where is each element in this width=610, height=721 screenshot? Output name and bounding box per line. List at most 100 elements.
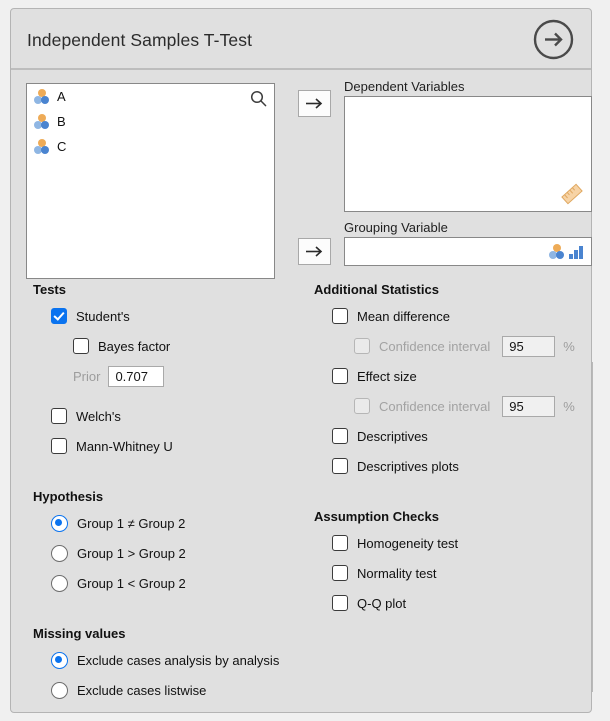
descriptives-plots-label: Descriptives plots: [357, 458, 459, 474]
hypothesis-radio-less[interactable]: [51, 574, 68, 592]
left-options-column: Tests Student's Bayes factor Prior Welch…: [33, 282, 303, 710]
qq-plot-checkbox[interactable]: [332, 595, 348, 611]
homogeneity-test-label: Homogeneity test: [357, 535, 459, 551]
dependent-variables-box[interactable]: [344, 96, 592, 212]
bayes-factor-label: Bayes factor: [98, 338, 171, 354]
scale-ruler-icon: [559, 181, 585, 207]
grouping-variable-box[interactable]: [344, 237, 592, 266]
hypothesis-label-greater: Group 1 > Group 2: [77, 545, 186, 561]
descriptives-plots-row[interactable]: Descriptives plots: [314, 456, 589, 476]
assign-to-grouping-button[interactable]: [298, 238, 331, 265]
search-icon[interactable]: [250, 90, 267, 107]
hypothesis-section-title: Hypothesis: [33, 489, 104, 504]
mean-difference-ci-input[interactable]: [502, 335, 556, 357]
ordinal-icon: [569, 245, 584, 259]
bayes-factor-row[interactable]: Bayes factor: [33, 336, 303, 356]
hypothesis-option-two-sided[interactable]: Group 1 ≠ Group 2: [33, 513, 303, 533]
hypothesis-label-less: Group 1 < Group 2: [77, 575, 186, 591]
mean-difference-ci-checkbox[interactable]: [354, 338, 370, 354]
page-title: Independent Samples T-Test: [27, 30, 253, 50]
welchs-row[interactable]: Welch's: [33, 406, 303, 426]
right-options-column: Additional Statistics Mean difference Co…: [314, 282, 589, 623]
additional-statistics-section-title: Additional Statistics: [314, 282, 439, 297]
variable-name: A: [57, 89, 66, 104]
missing-radio-listwise[interactable]: [51, 681, 68, 699]
effect-size-ci-row[interactable]: Confidence interval %: [314, 395, 589, 417]
nominal-icon: [33, 114, 50, 129]
students-checkbox[interactable]: [51, 308, 67, 324]
arrow-right-icon: [305, 97, 324, 110]
prior-row[interactable]: Prior: [33, 365, 303, 387]
grouping-variable-label: Grouping Variable: [344, 220, 448, 235]
nominal-icon: [548, 244, 565, 259]
tests-section-title: Tests: [33, 282, 66, 297]
nominal-icon: [33, 139, 50, 154]
qq-plot-row[interactable]: Q-Q plot: [314, 593, 589, 613]
list-item[interactable]: B: [27, 109, 274, 134]
variable-name: B: [57, 114, 66, 129]
effect-size-checkbox[interactable]: [332, 368, 348, 384]
hypothesis-radio-two-sided[interactable]: [51, 514, 68, 532]
effect-size-ci-checkbox[interactable]: [354, 398, 370, 414]
hypothesis-radio-greater[interactable]: [51, 544, 68, 562]
analysis-options-panel: Independent Samples T-Test A B C Depende…: [10, 8, 593, 713]
nominal-icon: [33, 89, 50, 104]
mean-difference-ci-unit: %: [563, 338, 575, 354]
missing-radio-analysis-by-analysis[interactable]: [51, 651, 68, 669]
missing-option-listwise[interactable]: Exclude cases listwise: [33, 680, 303, 700]
normality-test-row[interactable]: Normality test: [314, 563, 589, 583]
panel-header: Independent Samples T-Test: [11, 9, 591, 70]
assign-to-dependent-button[interactable]: [298, 90, 331, 117]
column-divider: [592, 362, 593, 692]
mean-difference-checkbox[interactable]: [332, 308, 348, 324]
assumption-checks-section-title: Assumption Checks: [314, 509, 439, 524]
effect-size-ci-unit: %: [563, 398, 575, 414]
options-area: Tests Student's Bayes factor Prior Welch…: [11, 282, 593, 712]
mean-difference-row[interactable]: Mean difference: [314, 306, 589, 326]
students-row[interactable]: Student's: [33, 306, 303, 326]
welchs-label: Welch's: [76, 408, 121, 424]
variable-name: C: [57, 139, 67, 154]
missing-label-listwise: Exclude cases listwise: [77, 682, 207, 698]
descriptives-row[interactable]: Descriptives: [314, 426, 589, 446]
mann-whitney-row[interactable]: Mann-Whitney U: [33, 436, 303, 456]
homogeneity-test-checkbox[interactable]: [332, 535, 348, 551]
mean-difference-ci-label: Confidence interval: [379, 338, 491, 354]
effect-size-row[interactable]: Effect size: [314, 366, 589, 386]
arrow-right-icon: [305, 245, 324, 258]
normality-test-label: Normality test: [357, 565, 437, 581]
arrow-right-circle-icon[interactable]: [533, 19, 574, 60]
hypothesis-option-less[interactable]: Group 1 < Group 2: [33, 573, 303, 593]
effect-size-label: Effect size: [357, 368, 417, 384]
missing-option-analysis-by-analysis[interactable]: Exclude cases analysis by analysis: [33, 650, 303, 670]
effect-size-ci-label: Confidence interval: [379, 398, 491, 414]
mann-whitney-checkbox[interactable]: [51, 438, 67, 454]
normality-test-checkbox[interactable]: [332, 565, 348, 581]
mann-whitney-label: Mann-Whitney U: [76, 438, 173, 454]
prior-input[interactable]: [108, 365, 165, 387]
descriptives-plots-checkbox[interactable]: [332, 458, 348, 474]
homogeneity-test-row[interactable]: Homogeneity test: [314, 533, 589, 553]
list-item[interactable]: A: [27, 84, 274, 109]
allowed-types-icons: [548, 244, 584, 259]
students-label: Student's: [76, 308, 130, 324]
effect-size-ci-input[interactable]: [502, 395, 556, 417]
hypothesis-option-greater[interactable]: Group 1 > Group 2: [33, 543, 303, 563]
mean-difference-ci-row[interactable]: Confidence interval %: [314, 335, 589, 357]
dependent-variables-label: Dependent Variables: [344, 79, 465, 94]
descriptives-label: Descriptives: [357, 428, 428, 444]
bayes-factor-checkbox[interactable]: [73, 338, 89, 354]
missing-label-analysis-by-analysis: Exclude cases analysis by analysis: [77, 652, 280, 668]
qq-plot-label: Q-Q plot: [357, 595, 407, 611]
hypothesis-label-two-sided: Group 1 ≠ Group 2: [77, 515, 186, 531]
assignment-area: A B C Dependent Variables Grouping Varia…: [11, 70, 593, 712]
list-item[interactable]: C: [27, 134, 274, 159]
descriptives-checkbox[interactable]: [332, 428, 348, 444]
available-variables-list[interactable]: A B C: [26, 83, 275, 279]
missing-values-section-title: Missing values: [33, 626, 126, 641]
mean-difference-label: Mean difference: [357, 308, 450, 324]
welchs-checkbox[interactable]: [51, 408, 67, 424]
